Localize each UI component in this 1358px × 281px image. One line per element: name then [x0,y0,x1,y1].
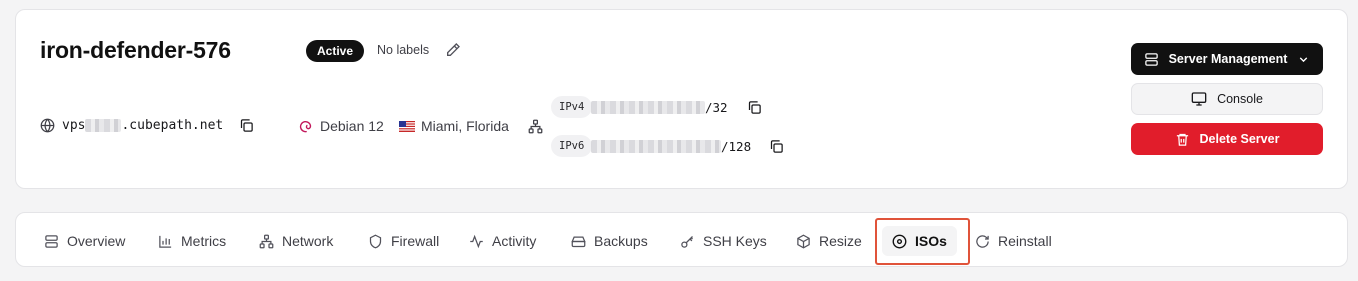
copy-ipv6-icon[interactable] [769,139,784,154]
network-icon [259,234,274,249]
hostname-suffix: .cubepath.net [121,118,224,133]
tab-label: Metrics [181,233,227,249]
activity-icon [469,234,484,249]
os-name: Debian 12 [320,118,384,134]
tab-label: Network [282,233,334,249]
globe-icon [40,118,55,133]
redacted-hostname [85,119,122,132]
server-icon [1144,52,1159,67]
server-management-button[interactable]: Server Management [1131,43,1323,75]
debian-icon [298,119,313,134]
copy-hostname-icon[interactable] [239,118,254,133]
hostname-prefix: vps [62,118,86,133]
server-icon [44,234,59,249]
copy-ipv4-icon[interactable] [747,100,762,115]
location-row: Miami, Florida [399,118,509,134]
os-row: Debian 12 [298,118,384,134]
box-icon [796,234,811,249]
chevron-down-icon [1297,53,1310,66]
ipv6-value: /128 [591,139,784,154]
delete-server-label: Delete Server [1199,132,1280,146]
shield-icon [368,234,383,249]
status-badge: Active [306,40,365,62]
hard-drive-icon [571,234,586,249]
server-header-card: iron-defender-576 Active No labels vps .… [15,9,1348,189]
tab-label: Reinstall [998,233,1052,249]
location-name: Miami, Florida [421,118,509,134]
tab-label: Backups [594,233,648,249]
us-flag-icon [399,120,415,132]
tab-metrics[interactable]: Metrics [148,226,236,256]
tab-reinstall[interactable]: Reinstall [965,226,1062,256]
tab-ssh-keys[interactable]: SSH Keys [670,226,777,256]
monitor-icon [1191,91,1207,107]
refresh-icon [975,234,990,249]
redacted-ipv6 [591,140,721,153]
console-button[interactable]: Console [1131,83,1323,115]
delete-server-button[interactable]: Delete Server [1131,123,1323,155]
ipv4-suffix: /32 [705,100,728,115]
hostname-row: vps .cubepath.net [40,118,254,133]
tab-backups[interactable]: Backups [561,226,658,256]
ipv4-tag: IPv4 [551,96,593,118]
tab-label: Activity [492,233,537,249]
tab-firewall[interactable]: Firewall [358,226,449,256]
tab-label: SSH Keys [703,233,767,249]
tab-bar: Overview Metrics Network Firewall Activi… [15,212,1348,267]
tab-resize[interactable]: Resize [786,226,872,256]
key-icon [680,234,695,249]
active-tab-highlight [875,218,970,265]
tab-activity[interactable]: Activity [459,226,546,256]
ipv6-suffix: /128 [721,139,752,154]
edit-labels-pencil-icon[interactable] [444,41,462,59]
tab-label: Firewall [391,233,440,249]
tab-network[interactable]: Network [249,226,343,256]
tab-label: Overview [67,233,126,249]
server-management-label: Server Management [1168,52,1288,66]
ipv6-tag: IPv6 [551,135,593,157]
console-label: Console [1217,92,1263,106]
tab-label: Resize [819,233,862,249]
tab-overview[interactable]: Overview [34,226,135,256]
ipv4-value: /32 [591,100,762,115]
labels-text: No labels [377,43,430,57]
redacted-ipv4 [591,101,705,114]
network-icon [528,119,543,134]
server-name: iron-defender-576 [40,37,231,63]
trash-icon [1175,132,1190,147]
bar-chart-icon [158,234,173,249]
